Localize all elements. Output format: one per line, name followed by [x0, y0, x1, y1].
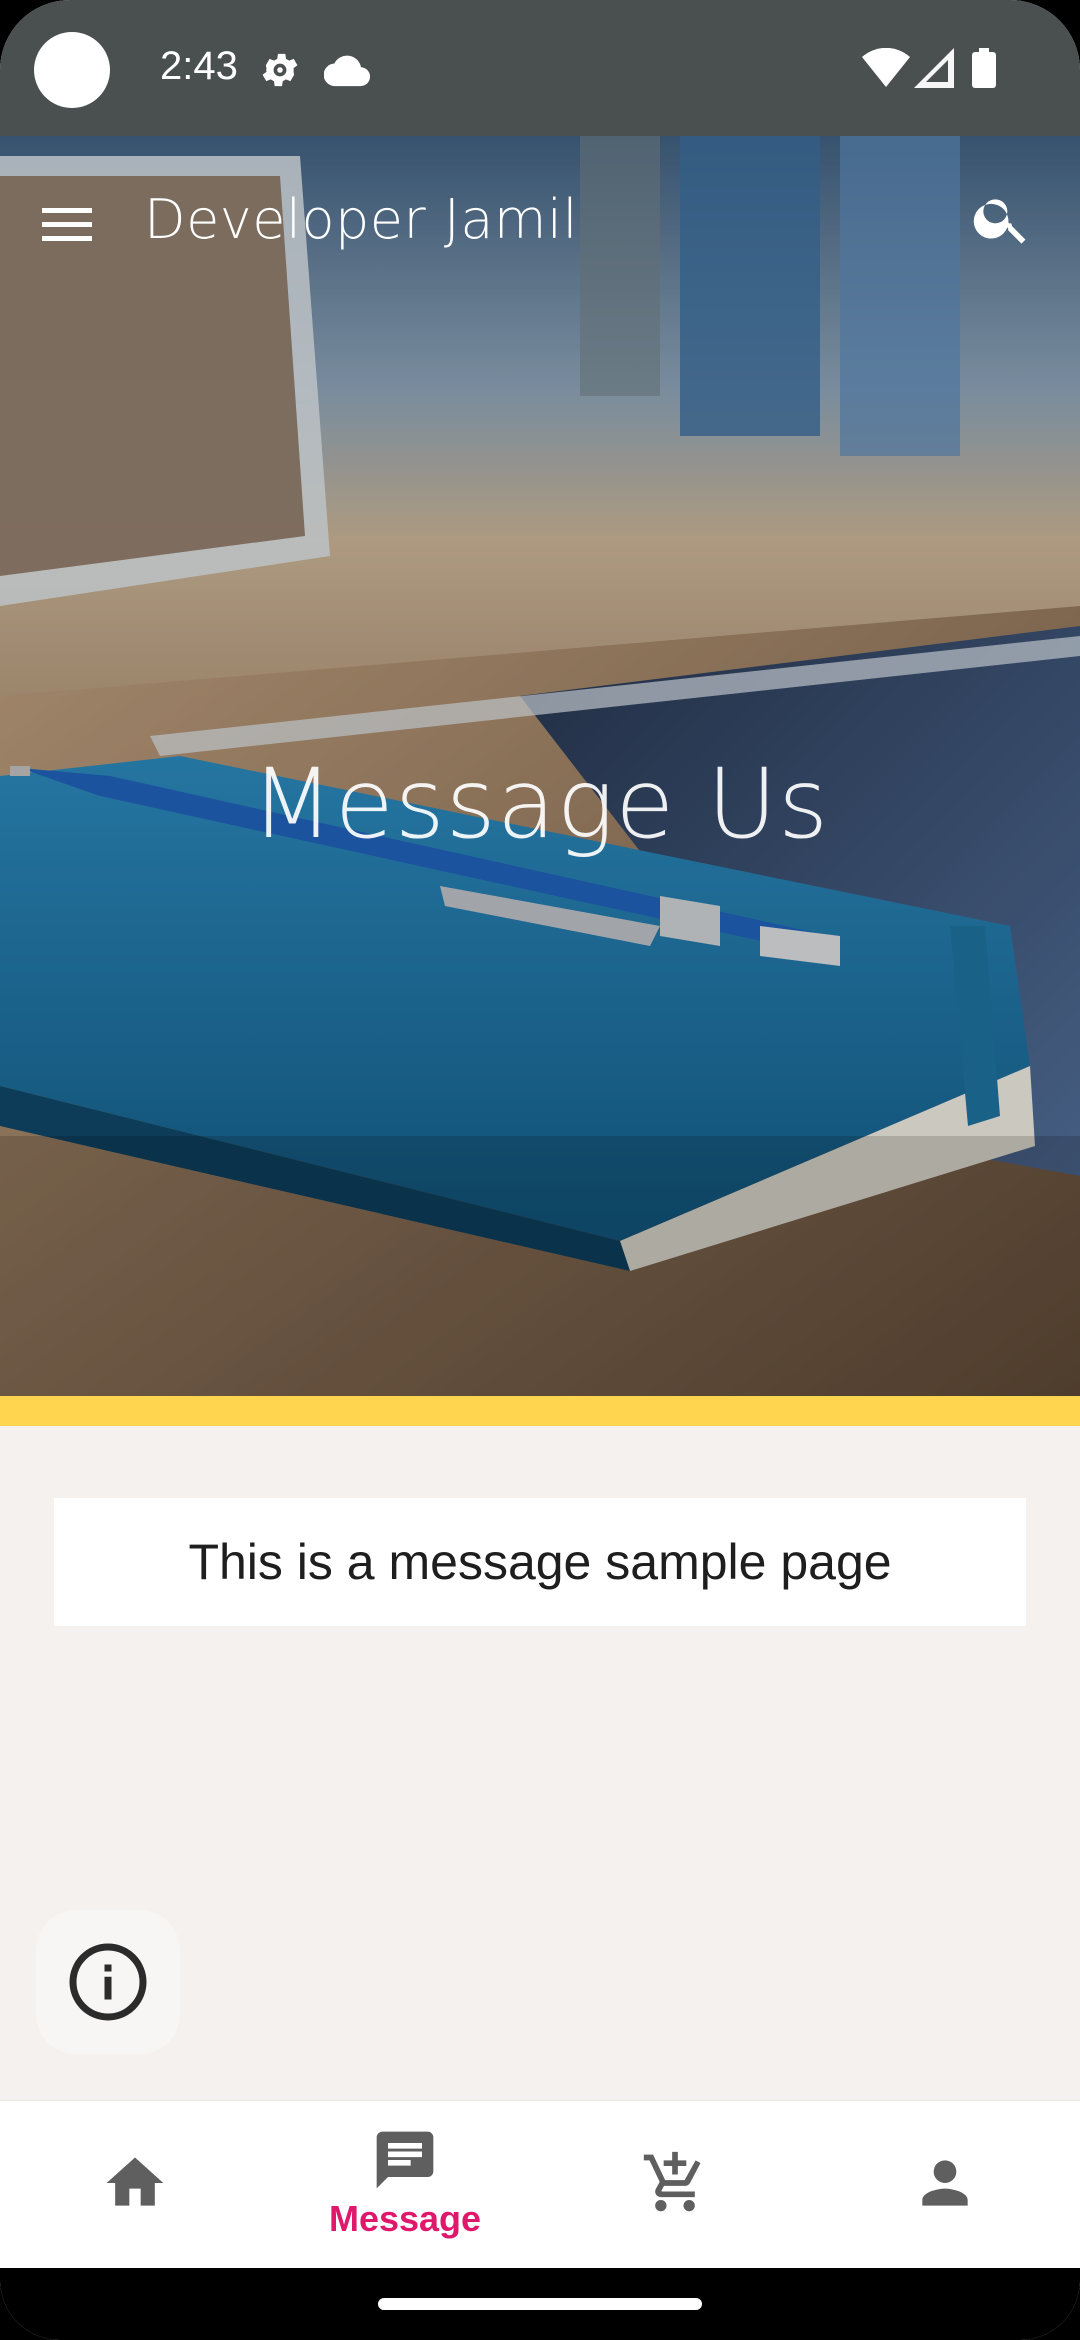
- settings-icon: [258, 48, 302, 97]
- camera-cutout: [34, 32, 110, 108]
- message-card: This is a message sample page: [54, 1498, 1026, 1626]
- search-button[interactable]: [970, 186, 1040, 256]
- person-icon: [922, 2159, 968, 2206]
- home-gesture-handle[interactable]: [378, 2298, 702, 2310]
- search-icon: [973, 199, 1026, 244]
- nav-item-profile[interactable]: [810, 2101, 1080, 2268]
- menu-icon: [42, 208, 92, 241]
- nav-item-cart[interactable]: [540, 2101, 810, 2268]
- app-title: Developer Jamil: [144, 188, 579, 251]
- phone-screen: 2:43 Developer Jamil Message Us This is …: [0, 0, 1080, 2340]
- message-icon: [376, 2131, 434, 2188]
- menu-button[interactable]: [36, 196, 108, 252]
- status-bar: 2:43: [0, 0, 1080, 136]
- nav-label-message: Message: [328, 2197, 482, 2239]
- info-button[interactable]: [36, 1910, 180, 2054]
- accent-strip: [0, 1396, 1080, 1426]
- home-icon: [106, 2157, 164, 2206]
- cloud-icon: [323, 54, 371, 93]
- cart-add-icon: [643, 2151, 701, 2211]
- wifi-icon: [862, 47, 910, 93]
- battery-icon: [972, 48, 996, 93]
- app-bar: Developer Jamil: [0, 136, 1080, 304]
- hero-title: Message Us: [250, 748, 830, 860]
- bottom-navigation: Message: [0, 2100, 1080, 2268]
- nav-item-message[interactable]: Message: [270, 2101, 540, 2268]
- status-time: 2:43: [160, 44, 238, 88]
- signal-icon: [914, 48, 954, 93]
- message-text: This is a message sample page: [188, 1534, 892, 1590]
- nav-item-home[interactable]: [0, 2101, 270, 2268]
- info-icon: [69, 1943, 147, 2021]
